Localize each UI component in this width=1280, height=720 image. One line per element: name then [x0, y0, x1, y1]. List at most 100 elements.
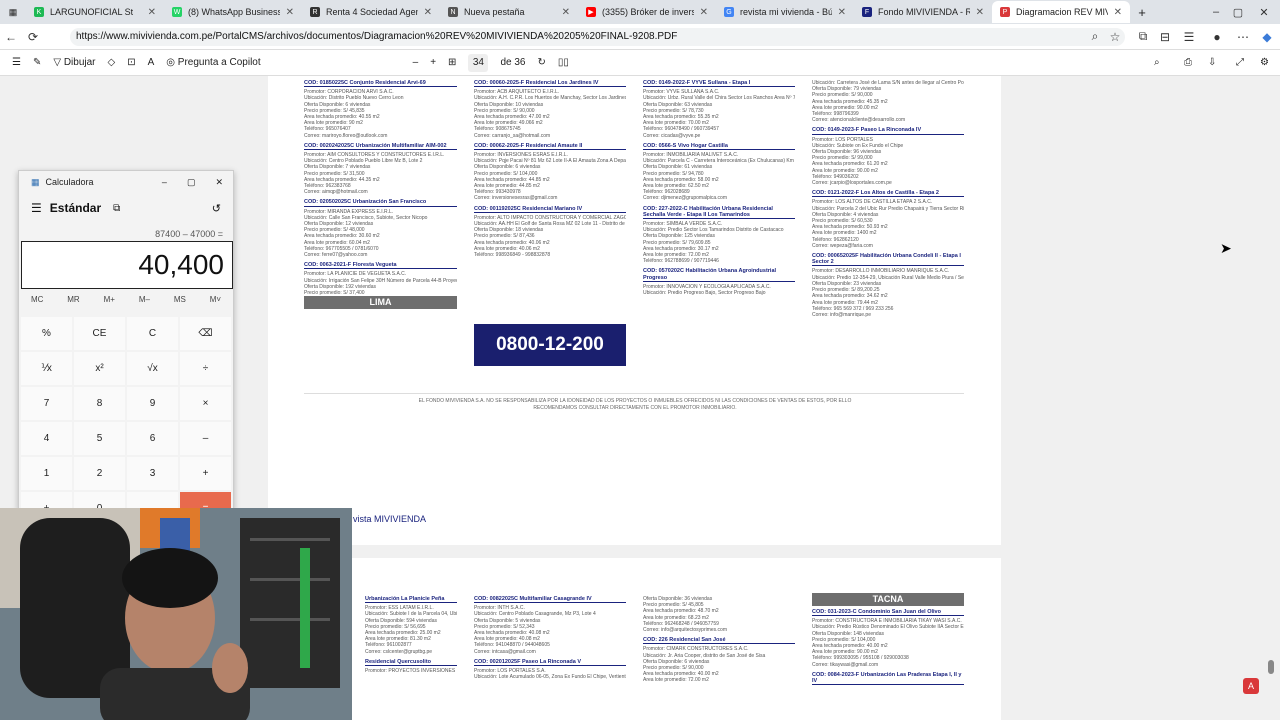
highlight-icon[interactable]: ✎: [27, 52, 47, 74]
memory-button[interactable]: M–: [139, 295, 150, 309]
fullscreen-icon[interactable]: ⤢: [1230, 52, 1250, 74]
browser-tab[interactable]: W (8) WhatsApp Business ✕: [164, 1, 302, 23]
calculator-key[interactable]: 6: [127, 422, 178, 455]
pdf-app-icon[interactable]: A: [1243, 678, 1259, 694]
calculator-key[interactable]: 1: [21, 457, 72, 490]
calculator-key[interactable]: +: [180, 457, 231, 490]
listing-line: Promotor: DESARROLLO INMOBILIARIO MANRIQ…: [812, 268, 950, 275]
listing-entry: Oferta Disponible: 36 viviendas Precio pr…: [643, 596, 795, 633]
memory-button[interactable]: MR: [67, 295, 79, 309]
calculator-key[interactable]: 7: [21, 387, 72, 420]
listing-entry: COD: 0084-2023-F Urbanización Las Prader…: [812, 672, 964, 686]
zoom-out-button[interactable]: –: [407, 52, 425, 74]
copilot-icon[interactable]: ◆: [1256, 26, 1278, 48]
calc-maximize-icon[interactable]: ▢: [177, 177, 206, 188]
memory-button[interactable]: M+: [104, 295, 115, 309]
calculator-window[interactable]: ▦ Calculadora – ▢ ✕ ☰ Estándar ⧉ ↺ 87400…: [18, 170, 234, 525]
calc-close-icon[interactable]: ✕: [205, 177, 233, 188]
favorites-icon[interactable]: ☰: [1178, 26, 1200, 48]
listing-entry: COD: 0149-2022-F VYVE Sullana - Etapa IP…: [643, 80, 795, 139]
listing-entry: COD: 000652025F Habilitación Urbana Cond…: [812, 253, 964, 318]
save-icon[interactable]: ⇩: [1202, 52, 1222, 74]
print-icon[interactable]: ⎙: [1178, 52, 1198, 74]
page-number-input[interactable]: 34: [468, 53, 489, 72]
browser-tab[interactable]: K LARGUNOFICIAL St ✕: [26, 1, 164, 23]
split-icon[interactable]: ⊟: [1154, 26, 1176, 48]
listing-line: Ubicación: Lote Acumulado 06-05, Zona Ex…: [474, 674, 626, 681]
browser-tab[interactable]: N Nueva pestaña ✕: [440, 1, 578, 23]
back-icon[interactable]: ←: [0, 26, 22, 48]
fit-page-icon[interactable]: ⊞: [442, 52, 462, 74]
read-aloud-icon[interactable]: A: [142, 52, 161, 74]
calculator-key[interactable]: 4: [21, 422, 72, 455]
zoom-in-button[interactable]: +: [424, 52, 442, 74]
menu-icon[interactable]: ☰: [31, 201, 42, 215]
page-view-icon[interactable]: ▯▯: [552, 52, 575, 74]
calculator-key[interactable]: 2: [74, 457, 125, 490]
history-icon[interactable]: ↺: [212, 202, 221, 215]
calculator-key[interactable]: %: [21, 317, 72, 350]
browser-tab[interactable]: ▶ (3355) Bróker de inversión✕: [578, 1, 716, 23]
listing-line: Promotor: PROYECTOS INVERSIONES REYES E.…: [365, 668, 457, 675]
calculator-key[interactable]: 3: [127, 457, 178, 490]
calc-minimize-icon[interactable]: –: [152, 177, 177, 187]
calculator-key[interactable]: 8: [74, 387, 125, 420]
tab-close-icon[interactable]: ✕: [418, 7, 432, 18]
copilot-button[interactable]: ◎ Pregunta a Copilot: [160, 52, 266, 74]
tab-close-icon[interactable]: ✕: [142, 7, 156, 18]
tab-close-icon[interactable]: ✕: [280, 7, 294, 18]
listing-column-3: COD: 0149-2022-F VYVE Sullana - Etapa IP…: [643, 80, 795, 300]
url-field[interactable]: https://www.mivivienda.com.pe/PortalCMS/…: [70, 28, 1125, 46]
calculator-key[interactable]: C: [127, 317, 178, 350]
page-divider: [304, 393, 964, 394]
calculator-key[interactable]: ⌫: [180, 317, 231, 350]
tab-label: Nueva pestaña: [464, 7, 525, 17]
pdf-search-icon[interactable]: ⌕: [1148, 52, 1166, 74]
settings-icon[interactable]: ⚙: [1254, 52, 1275, 74]
tab-close-icon[interactable]: ✕: [970, 7, 984, 18]
calculator-key[interactable]: 9: [127, 387, 178, 420]
refresh-icon[interactable]: ⟳: [22, 26, 44, 48]
calculator-key[interactable]: ×: [180, 387, 231, 420]
calculator-key[interactable]: 5: [74, 422, 125, 455]
more-icon[interactable]: ⋯: [1232, 26, 1254, 48]
keep-on-top-icon[interactable]: ⧉: [113, 203, 120, 214]
scrollbar-thumb[interactable]: [1268, 660, 1274, 674]
browser-tab[interactable]: F Fondo MIVIVIENDA - Revis✕: [854, 1, 992, 23]
eraser-icon[interactable]: ◇: [102, 52, 122, 74]
listing-line: Correo: ferre07@yahoo.com: [304, 252, 368, 259]
listing-entry: COD: 020502025C Urbanización San Francis…: [304, 199, 457, 258]
browser-tab[interactable]: R Renta 4 Sociedad Agente de✕: [302, 1, 440, 23]
text-icon[interactable]: ⊡: [121, 52, 141, 74]
profile-avatar-icon[interactable]: ●: [1206, 26, 1228, 48]
listing-code: COD: 00822025C Multifamiliar Casagrande …: [474, 596, 626, 604]
rotate-icon[interactable]: ↻: [531, 52, 551, 74]
memory-button[interactable]: M˅: [210, 295, 221, 309]
browser-tab[interactable]: Grevista mi vivienda - Búsqu✕: [716, 1, 854, 23]
star-icon[interactable]: ☆: [1104, 26, 1126, 48]
calculator-key[interactable]: x²: [74, 352, 125, 385]
tab-close-icon[interactable]: ✕: [556, 7, 570, 18]
close-window-icon[interactable]: ✕: [1244, 0, 1280, 24]
browser-tab[interactable]: P Diagramacion REV MIVIVIE✕: [992, 1, 1130, 23]
contents-icon[interactable]: ☰: [6, 52, 27, 74]
listing-column-p2-1: Urbanización La Planicie Peña Promotor: E…: [365, 596, 457, 718]
calculator-key[interactable]: √x: [127, 352, 178, 385]
memory-button[interactable]: MC: [31, 295, 43, 309]
calculator-key[interactable]: ⅟x: [21, 352, 72, 385]
calculator-key[interactable]: ÷: [180, 352, 231, 385]
calculator-key[interactable]: –: [180, 422, 231, 455]
extensions-icon[interactable]: ⧉: [1132, 26, 1154, 48]
draw-button[interactable]: ▽ Dibujar: [47, 52, 101, 74]
new-tab-button[interactable]: +: [1130, 1, 1154, 23]
search-icon[interactable]: ⌕: [1084, 26, 1106, 48]
tab-close-icon[interactable]: ✕: [694, 7, 708, 18]
tab-close-icon[interactable]: ✕: [1108, 7, 1122, 18]
region-banner-lima: LIMA: [304, 296, 457, 309]
tab-favicon-icon: K: [34, 7, 44, 17]
tab-close-icon[interactable]: ✕: [832, 7, 846, 18]
scrollbar[interactable]: [1266, 76, 1276, 720]
calculator-key[interactable]: CE: [74, 317, 125, 350]
memory-button[interactable]: MS: [174, 295, 186, 309]
tab-actions-icon[interactable]: ▦: [0, 1, 26, 23]
